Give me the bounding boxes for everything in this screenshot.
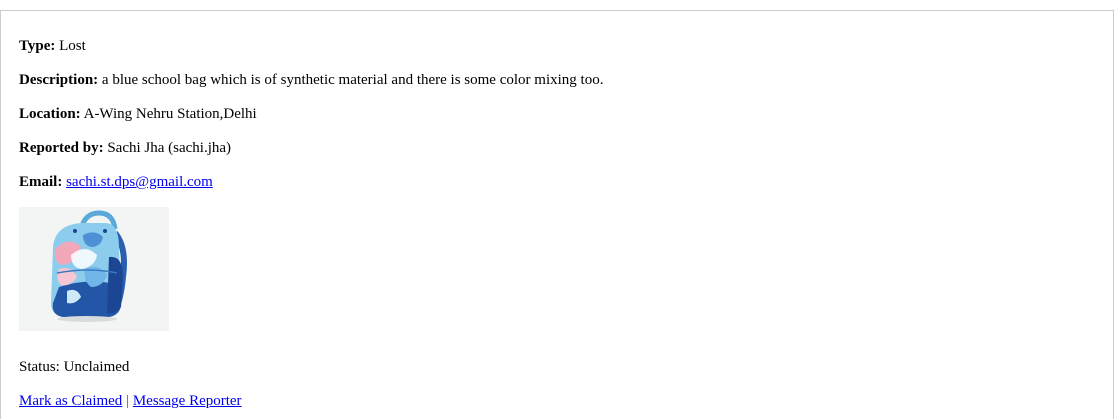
message-reporter-link[interactable]: Message Reporter (133, 393, 242, 409)
type-row: Type: Lost (19, 37, 86, 55)
actions-row: Mark as Claimed | Message Reporter (19, 392, 242, 410)
email-label: Email: (19, 174, 63, 190)
email-row: Email: sachi.st.dps@gmail.com (19, 173, 213, 191)
type-label: Type: (19, 38, 56, 54)
backpack-image (51, 210, 127, 322)
item-card: Type: Lost Description: a blue school ba… (0, 10, 1114, 419)
description-label: Description: (19, 72, 99, 88)
item-image (19, 207, 169, 331)
description-row: Description: a blue school bag which is … (19, 71, 603, 89)
location-row: Location: A-Wing Nehru Station,Delhi (19, 105, 257, 123)
reported-by-label: Reported by: (19, 140, 104, 156)
location-value: A-Wing Nehru Station,Delhi (83, 106, 257, 122)
type-value: Lost (59, 38, 86, 54)
location-label: Location: (19, 106, 81, 122)
status-text: Status: Unclaimed (19, 359, 130, 375)
mark-as-claimed-link[interactable]: Mark as Claimed (19, 393, 122, 409)
description-value: a blue school bag which is of synthetic … (101, 72, 604, 88)
email-link[interactable]: sachi.st.dps@gmail.com (66, 174, 213, 190)
action-separator: | (126, 393, 130, 409)
reported-by-value: Sachi Jha (sachi.jha) (107, 140, 232, 156)
reported-by-row: Reported by: Sachi Jha (sachi.jha) (19, 139, 231, 157)
